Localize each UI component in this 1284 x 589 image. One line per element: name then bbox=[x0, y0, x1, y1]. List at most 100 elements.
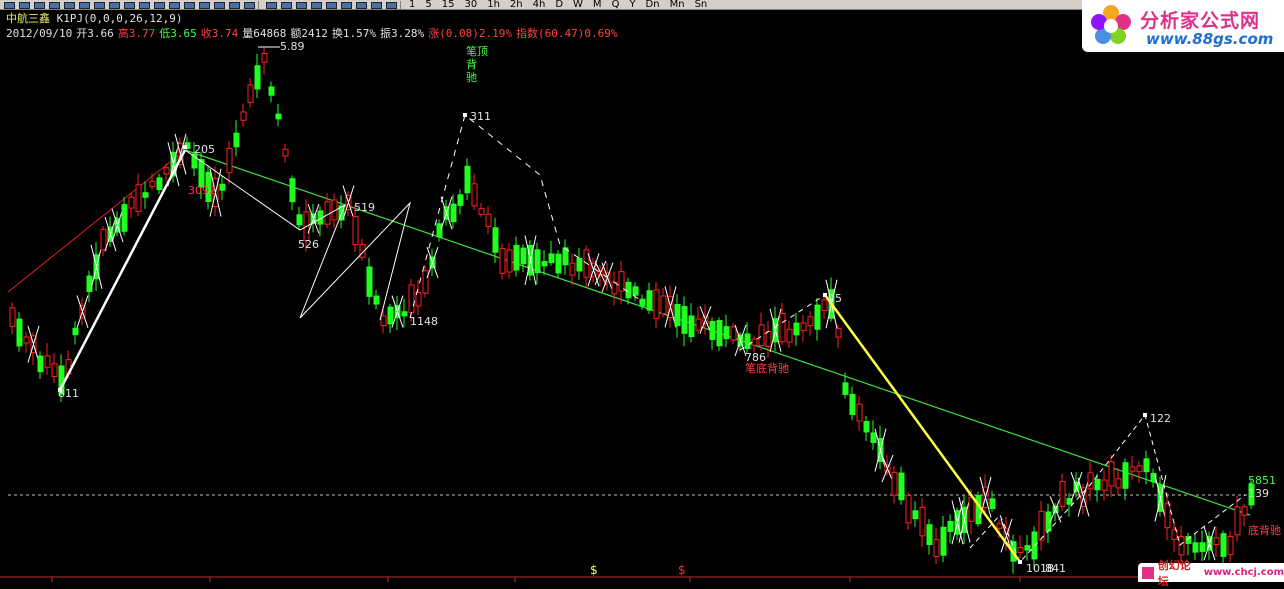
quote-volume: 量64868 bbox=[242, 27, 287, 40]
candle-body bbox=[989, 498, 996, 510]
candle-body bbox=[121, 204, 128, 232]
axis-mark-dollar: $ bbox=[678, 563, 686, 577]
watermark-url: www.chcj.com bbox=[1203, 567, 1284, 578]
candle-body bbox=[618, 271, 625, 292]
candle-body bbox=[625, 281, 632, 299]
quote-index: 指数(60.47)0.69% bbox=[515, 27, 618, 40]
candle-body bbox=[653, 289, 660, 320]
candle-body bbox=[275, 113, 282, 120]
watermark: 创幻论坛 www.chcj.com bbox=[1138, 559, 1284, 588]
logo-name: 分析家公式网 bbox=[1140, 10, 1261, 32]
candle-body bbox=[569, 262, 576, 276]
candle-body bbox=[247, 84, 254, 103]
candle-body bbox=[324, 201, 331, 225]
chart-label: 1148 bbox=[410, 315, 438, 328]
candle-body bbox=[485, 213, 492, 228]
candle-body bbox=[464, 165, 471, 194]
candle-body bbox=[1220, 533, 1227, 557]
candle-body bbox=[401, 311, 408, 317]
candle-body bbox=[506, 249, 513, 273]
quote-change: 涨(0.08)2.19% bbox=[428, 27, 512, 40]
quote-amount: 额2412 bbox=[290, 27, 328, 40]
candle-body bbox=[674, 304, 681, 327]
candle-body bbox=[968, 496, 975, 522]
candle-body bbox=[996, 523, 1003, 529]
candle-body bbox=[1164, 503, 1171, 529]
candle-body bbox=[1024, 545, 1031, 551]
candle-body bbox=[940, 526, 947, 556]
pivot-dot bbox=[463, 113, 467, 117]
candle-body bbox=[849, 393, 856, 415]
candle-body bbox=[1094, 478, 1101, 491]
candle-body bbox=[128, 196, 135, 209]
candle-body bbox=[261, 52, 268, 63]
candle-body bbox=[1227, 536, 1234, 556]
candle-body bbox=[842, 382, 849, 395]
candle-body bbox=[408, 284, 415, 314]
header-title-row: 中航三鑫 K1PJ(0,0,0,26,12,9) bbox=[6, 11, 621, 26]
candle-body bbox=[800, 322, 807, 331]
flower-logo-icon bbox=[1091, 5, 1131, 44]
candle-body bbox=[163, 167, 170, 175]
candle-body bbox=[1087, 472, 1094, 490]
pivot-dot bbox=[1143, 413, 1147, 417]
candle-body bbox=[436, 223, 443, 238]
candle-body bbox=[51, 363, 58, 377]
chart-label: 3092 bbox=[188, 184, 216, 197]
chart-label: 811 bbox=[58, 387, 79, 400]
header-quote-row: 2012/09/10 开3.66 高3.77 低3.65 收3.74 量64868 额241… bbox=[6, 26, 621, 41]
chart-label: 311 bbox=[470, 110, 491, 123]
candle-body bbox=[695, 318, 702, 331]
candle-body bbox=[149, 180, 156, 188]
quote-amplitude: 振3.28% bbox=[379, 27, 425, 40]
watermark-icon bbox=[1142, 566, 1154, 579]
candle-body bbox=[1017, 547, 1024, 553]
candle-body bbox=[513, 244, 520, 271]
candle-body bbox=[219, 183, 226, 191]
candle-body bbox=[1136, 465, 1143, 473]
candle-body bbox=[1115, 478, 1122, 489]
quote-close: 收3.74 bbox=[200, 27, 239, 40]
candle-body bbox=[744, 333, 751, 349]
candle-body bbox=[1143, 458, 1150, 473]
chart-label: 519 bbox=[354, 201, 375, 214]
candle-body bbox=[639, 298, 646, 307]
candle-body bbox=[282, 148, 289, 157]
candle-body bbox=[380, 315, 387, 327]
candle-body bbox=[632, 286, 639, 296]
candle-body bbox=[821, 299, 828, 312]
bi-stroke-up bbox=[58, 149, 187, 391]
candle-body bbox=[1241, 506, 1248, 516]
pivot-dot bbox=[823, 293, 827, 297]
candle-body bbox=[1192, 542, 1199, 553]
candle-body bbox=[709, 321, 716, 340]
site-logo[interactable]: 分析家公式网 www.88gs.com bbox=[1082, 0, 1284, 52]
candle-body bbox=[233, 132, 240, 148]
candle-body bbox=[555, 253, 562, 274]
candle-body bbox=[870, 432, 877, 443]
candle-body bbox=[352, 216, 359, 246]
candle-body bbox=[135, 184, 142, 212]
candle-body bbox=[912, 510, 919, 520]
candle-body bbox=[835, 327, 842, 338]
candle-body bbox=[660, 295, 667, 315]
candle-body bbox=[86, 275, 93, 293]
quote-open: 开3.66 bbox=[76, 27, 114, 40]
chart-label: 526 bbox=[298, 238, 319, 251]
candle-body bbox=[723, 326, 730, 340]
candlestick-chart[interactable]: 5.89 笔顶背驰3112053092519526114881125786笔底背驰… bbox=[0, 0, 1284, 582]
pivot-dot bbox=[1018, 560, 1022, 564]
candle-body bbox=[457, 194, 464, 206]
candle-body bbox=[268, 86, 275, 96]
candle-body bbox=[863, 421, 870, 433]
candle-body bbox=[919, 506, 926, 537]
chart-label: 139 bbox=[1248, 487, 1269, 500]
candle-body bbox=[37, 355, 44, 373]
candle-body bbox=[926, 524, 933, 546]
candle-body bbox=[779, 313, 786, 343]
candle-body bbox=[933, 539, 940, 557]
candle-body bbox=[471, 183, 478, 207]
candle-body bbox=[387, 306, 394, 325]
candle-body bbox=[373, 295, 380, 305]
candle-body bbox=[1108, 461, 1115, 487]
